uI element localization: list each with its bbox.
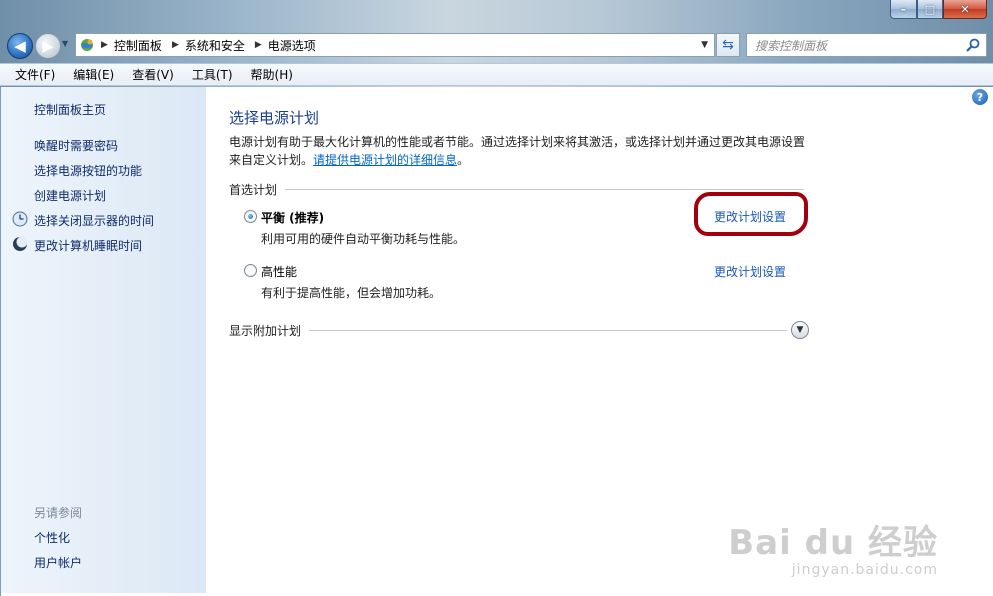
maximize-button[interactable]: □: [917, 0, 943, 19]
menu-view[interactable]: 查看(V): [123, 66, 183, 83]
sidebar-item-display-off[interactable]: 选择关闭显示器的时间: [34, 212, 154, 229]
window-controls: – □ ✕: [890, 0, 987, 19]
plan-balanced-desc: 利用可用的硬件自动平衡功耗与性能。: [261, 232, 466, 246]
title-bar: – □ ✕: [0, 0, 993, 30]
chevron-down-icon[interactable]: ▼: [791, 321, 809, 339]
breadcrumb-system-security[interactable]: 系统和安全: [185, 37, 245, 54]
monitor-clock-icon: [12, 211, 28, 227]
description-line-2: 来自定义计划。: [229, 153, 314, 167]
menu-help[interactable]: 帮助(H): [242, 66, 302, 83]
plan-balanced-radio[interactable]: [244, 210, 257, 223]
sidebar: 控制面板主页 唤醒时需要密码 选择电源按钮的功能 创建电源计划 选择关闭显示器的…: [1, 87, 206, 593]
menu-edit[interactable]: 编辑(E): [64, 66, 123, 83]
help-icon[interactable]: ?: [972, 89, 988, 105]
watermark-url: jingyan.baidu.com: [791, 562, 938, 578]
search-icon[interactable]: [965, 37, 981, 53]
sidebar-item-personalization[interactable]: 个性化: [34, 529, 70, 546]
sidebar-item-wake-password[interactable]: 唤醒时需要密码: [34, 137, 118, 154]
page-title: 选择电源计划: [229, 109, 320, 127]
menu-file[interactable]: 文件(F): [6, 66, 64, 83]
breadcrumb-separator[interactable]: ▶: [245, 40, 268, 50]
description-line-1: 电源计划有助于最大化计算机的性能或者节能。通过选择计划来将其激活，或选择计划并通…: [229, 135, 806, 149]
forward-button[interactable]: ▶: [35, 33, 61, 59]
plan-high-performance-desc: 有利于提高性能，但会增加功耗。: [261, 286, 442, 300]
sidebar-item-user-accounts[interactable]: 用户帐户: [34, 554, 82, 571]
watermark-logo: Bai du 经验: [728, 523, 938, 563]
address-dropdown-icon[interactable]: ▼: [701, 40, 708, 50]
recent-pages-dropdown[interactable]: ▼: [62, 39, 72, 51]
minimize-button[interactable]: –: [890, 0, 917, 19]
plan-high-performance-name[interactable]: 高性能: [261, 263, 297, 280]
highlight-annotation: [694, 192, 808, 236]
baidu-watermark: Bai du 经验 jingyan.baidu.com: [728, 515, 938, 578]
navigation-bar: ◀ ▶ ▼ ▶ 控制面板 ▶ 系统和安全 ▶ 电源选项 ▼ ⇆ 搜索控制面板: [0, 30, 993, 60]
refresh-icon: ⇆: [722, 37, 734, 53]
section-divider: [309, 329, 787, 331]
search-input[interactable]: 搜索控制面板: [746, 33, 987, 57]
arrow-left-icon: ◀: [14, 37, 26, 55]
plan-balanced-name[interactable]: 平衡 (推荐): [261, 209, 324, 226]
section-label: 首选计划: [229, 182, 278, 197]
control-panel-icon: [76, 34, 98, 56]
sidebar-item-control-panel-home[interactable]: 控制面板主页: [34, 101, 106, 118]
plan-details-link[interactable]: 请提供电源计划的详细信息: [313, 153, 457, 167]
description-suffix: 。: [457, 153, 470, 167]
change-plan-settings-link[interactable]: 更改计划设置: [714, 263, 786, 280]
additional-plans-section[interactable]: 显示附加计划: [229, 321, 787, 339]
content-area: 控制面板主页 唤醒时需要密码 选择电源按钮的功能 创建电源计划 选择关闭显示器的…: [0, 87, 993, 596]
sidebar-item-sleep-time[interactable]: 更改计算机睡眠时间: [34, 237, 142, 254]
address-bar[interactable]: ▶ 控制面板 ▶ 系统和安全 ▶ 电源选项 ▼: [75, 33, 715, 57]
search-placeholder: 搜索控制面板: [755, 38, 828, 53]
breadcrumb-control-panel[interactable]: 控制面板: [114, 37, 162, 54]
plan-high-performance-radio[interactable]: [244, 264, 257, 277]
menu-bar: 文件(F) 编辑(E) 查看(V) 工具(T) 帮助(H): [0, 63, 993, 86]
page-description: 电源计划有助于最大化计算机的性能或者节能。通过选择计划来将其激活，或选择计划并通…: [229, 133, 814, 169]
section-divider: [285, 188, 804, 190]
breadcrumb-power-options[interactable]: 电源选项: [268, 37, 316, 54]
back-button[interactable]: ◀: [7, 33, 33, 59]
section-label[interactable]: 显示附加计划: [229, 322, 309, 339]
close-button[interactable]: ✕: [943, 0, 987, 19]
breadcrumb-separator[interactable]: ▶: [98, 40, 114, 50]
refresh-button[interactable]: ⇆: [716, 33, 740, 57]
sidebar-item-create-plan[interactable]: 创建电源计划: [34, 187, 106, 204]
breadcrumb-separator[interactable]: ▶: [162, 40, 185, 50]
arrow-right-icon: ▶: [42, 37, 54, 55]
sidebar-item-power-buttons[interactable]: 选择电源按钮的功能: [34, 162, 142, 179]
see-also-heading: 另请参阅: [34, 506, 83, 520]
moon-sleep-icon: [13, 236, 28, 251]
menu-tools[interactable]: 工具(T): [183, 66, 242, 83]
